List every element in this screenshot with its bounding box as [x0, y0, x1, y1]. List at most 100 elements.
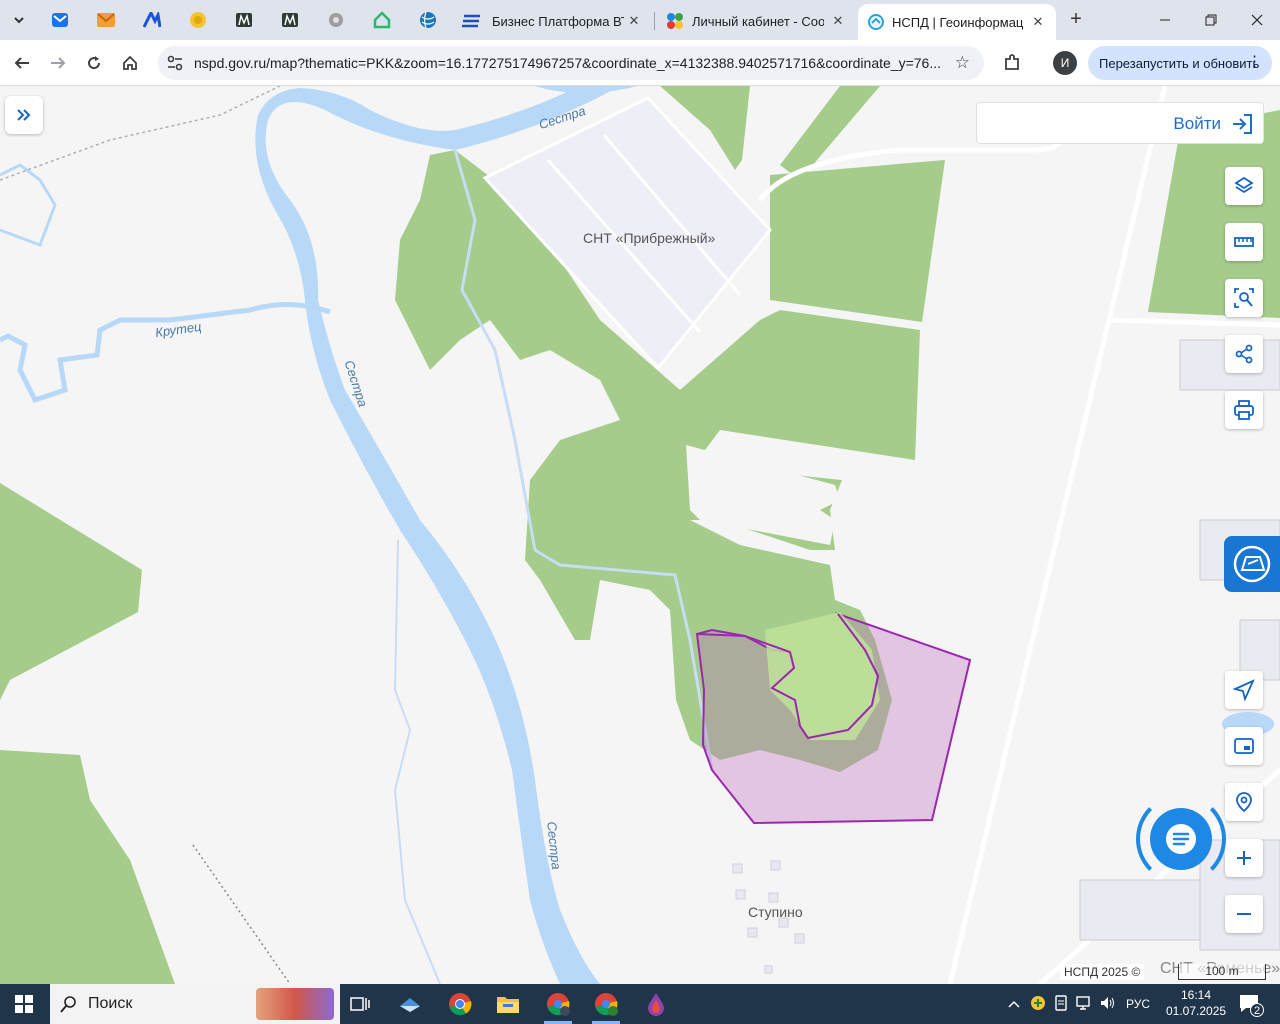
back-button[interactable]: [8, 49, 36, 77]
extensions-button[interactable]: [998, 49, 1026, 77]
site-settings-icon[interactable]: [166, 54, 184, 72]
pinned-tab-outlook[interactable]: [46, 8, 74, 32]
app-logo-icon: [143, 12, 161, 28]
pinned-tab-market-2[interactable]: [276, 8, 304, 32]
ruler-icon: [1234, 237, 1254, 247]
navigate-icon: [1233, 679, 1255, 701]
taskbar-search-box[interactable]: Поиск: [50, 984, 340, 1024]
app-tray-icon[interactable]: [1030, 995, 1046, 1014]
taskbar-app-chrome-profile-1[interactable]: [538, 988, 578, 1024]
taskbar-app-mail[interactable]: [390, 988, 430, 1020]
relaunch-label: Перезапустить и обновить: [1099, 55, 1260, 71]
share-icon: [1235, 344, 1253, 364]
windows-logo-icon: [15, 995, 33, 1013]
tab-cabinet[interactable]: Личный кабинет - Сооб ✕: [656, 6, 856, 36]
sphere-icon: [420, 11, 436, 29]
chat-button[interactable]: [1150, 808, 1212, 870]
taskbar-app-chrome[interactable]: [440, 988, 480, 1020]
search-area-button[interactable]: [1225, 279, 1263, 317]
pinned-tab-yandex-mail[interactable]: [92, 8, 120, 32]
mail-app-icon: [400, 998, 420, 1012]
zoom-out-icon: [1237, 913, 1251, 915]
market-icon: [282, 13, 298, 27]
task-view-button[interactable]: [340, 988, 380, 1020]
object-info-panel-tab[interactable]: [1224, 536, 1280, 592]
vtb-logo-icon: [462, 14, 480, 28]
home-button[interactable]: [116, 49, 144, 77]
browser-toolbar: nspd.gov.ru/map?thematic=PKK&zoom=16.177…: [0, 40, 1280, 86]
chrome-icon: [449, 993, 472, 1016]
minimize-button[interactable]: [1142, 6, 1188, 34]
clock-time: 16:14: [1180, 988, 1212, 1002]
tab-nspd[interactable]: НСПД | Геоинформацио ✕: [858, 4, 1056, 40]
profile-avatar[interactable]: И: [1053, 51, 1077, 75]
picture-in-picture-icon: [1234, 738, 1254, 754]
layers-button[interactable]: [1225, 167, 1263, 205]
network-icon[interactable]: [1076, 995, 1092, 1013]
start-button[interactable]: [0, 984, 48, 1024]
map-attribution: НСПД 2025 ©: [1060, 964, 1145, 980]
share-button[interactable]: [1225, 335, 1263, 373]
address-bar[interactable]: nspd.gov.ru/map?thematic=PKK&zoom=16.177…: [158, 46, 984, 80]
arrow-right-icon: [51, 57, 66, 69]
close-tab-icon[interactable]: ✕: [1030, 14, 1046, 30]
forward-button[interactable]: [44, 49, 72, 77]
taskbar-app-drop[interactable]: [636, 988, 676, 1020]
notification-count: 2: [1250, 1003, 1264, 1017]
volume-icon[interactable]: [1100, 996, 1116, 1013]
search-area-icon: [1234, 288, 1254, 308]
picture-in-picture-button[interactable]: [1225, 727, 1263, 765]
chrome-icon: [547, 993, 570, 1016]
tab-search-button[interactable]: [6, 8, 32, 32]
pinned-tab-app[interactable]: [138, 8, 166, 32]
taskbar-app-chrome-profile-2[interactable]: [586, 988, 626, 1024]
pinned-tab-market-1[interactable]: [230, 8, 258, 32]
coin-icon: [190, 12, 206, 28]
system-tray: РУС: [1008, 984, 1150, 1024]
pinned-tab-sphere[interactable]: [414, 8, 442, 32]
device-icon[interactable]: [1054, 994, 1068, 1014]
zoom-in-button[interactable]: [1225, 839, 1263, 877]
taskbar-app-explorer[interactable]: [488, 988, 528, 1020]
tab-vtb[interactable]: Бизнес Платформа ВТБ ✕: [452, 6, 652, 36]
bookmark-star-icon[interactable]: ☆: [955, 53, 970, 73]
close-tab-icon[interactable]: ✕: [626, 13, 642, 29]
new-tab-button[interactable]: +: [1064, 8, 1088, 32]
browser-tab-strip: Бизнес Платформа ВТБ ✕ Личный кабинет - …: [0, 0, 1280, 40]
restore-button[interactable]: [1188, 6, 1234, 34]
layers-icon: [1234, 176, 1254, 194]
notification-center-button[interactable]: 2: [1238, 993, 1264, 1017]
zoom-out-button[interactable]: [1225, 895, 1263, 933]
mail-icon: [52, 13, 68, 27]
measure-button[interactable]: [1225, 223, 1263, 261]
nspd-logo-icon: [868, 14, 884, 30]
map-canvas[interactable]: СНТ «Прибрежный» Ступино СНТ «Раменье» С…: [0, 86, 1280, 984]
arrow-left-icon: [14, 57, 29, 69]
home-icon: [123, 55, 137, 70]
chevron-down-icon: [14, 17, 24, 24]
relaunch-update-button[interactable]: Перезапустить и обновить ⋮: [1088, 46, 1272, 80]
reload-button[interactable]: [80, 49, 108, 77]
map-info-icon: [1233, 545, 1271, 583]
login-icon: [1233, 114, 1252, 134]
taskbar-clock[interactable]: 16:14 01.07.2025: [1166, 987, 1226, 1019]
pinned-tab-coin[interactable]: [184, 8, 212, 32]
folder-icon: [497, 997, 519, 1013]
pinned-tab-house[interactable]: [368, 8, 396, 32]
login-label: Войти: [1173, 114, 1221, 133]
close-window-button[interactable]: [1234, 6, 1280, 34]
pinned-tab-globe[interactable]: [322, 8, 350, 32]
print-button[interactable]: [1225, 391, 1263, 429]
more-menu-icon[interactable]: ⋮: [1247, 54, 1262, 70]
language-indicator[interactable]: РУС: [1126, 997, 1150, 1011]
geolocate-button[interactable]: [1225, 783, 1263, 821]
login-button[interactable]: Войти: [976, 102, 1264, 144]
clock-date: 01.07.2025: [1166, 1004, 1227, 1018]
navigate-button[interactable]: [1225, 671, 1263, 709]
expand-panel-button[interactable]: [5, 96, 43, 134]
chevron-up-icon[interactable]: [1008, 997, 1020, 1011]
house-icon: [373, 11, 391, 29]
tab-title: НСПД | Геоинформацио: [892, 14, 1024, 30]
minimize-icon: [1160, 19, 1170, 21]
close-tab-icon[interactable]: ✕: [830, 13, 846, 29]
